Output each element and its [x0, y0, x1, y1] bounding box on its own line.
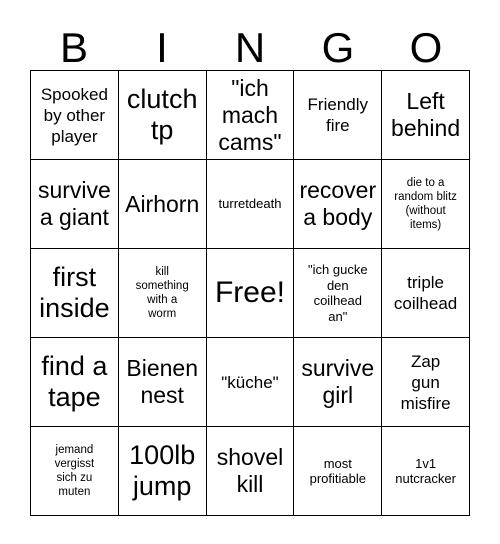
bingo-header-row: B I N G O: [30, 14, 470, 70]
bingo-cell-r1c5[interactable]: Left behind: [382, 71, 470, 160]
bingo-cell-label: die to a random blitz (without items): [394, 177, 457, 231]
bingo-cell-label: most profitiable: [309, 455, 366, 487]
bingo-cell-r2c4[interactable]: recover a body: [294, 160, 383, 249]
bingo-cell-r1c1[interactable]: Spooked by other player: [31, 71, 119, 160]
bingo-header-letter-o: O: [409, 24, 443, 71]
bingo-header-letter-b: B: [59, 24, 88, 71]
bingo-header-letter-n: N: [234, 24, 266, 71]
bingo-cell-r3c4[interactable]: "ich gucke den coilhead an": [294, 249, 383, 338]
bingo-cell-label: Bienen nest: [126, 355, 198, 408]
bingo-cell-label: recover a body: [299, 177, 377, 230]
bingo-cell-label: jemand vergisst sich zu muten: [54, 444, 95, 498]
bingo-cell-label: shovel kill: [216, 444, 284, 497]
bingo-cell-r5c4[interactable]: most profitiable: [294, 427, 383, 516]
bingo-cell-r2c1[interactable]: survive a giant: [31, 160, 119, 249]
bingo-cell-label: Friendly fire: [307, 95, 369, 135]
bingo-cell-label: triple coilhead: [393, 273, 458, 313]
bingo-cell-label: 100lb jump: [129, 440, 196, 501]
bingo-cell-r3c2[interactable]: kill something with a worm: [118, 249, 207, 338]
bingo-cell-r1c2[interactable]: clutch tp: [118, 71, 207, 160]
bingo-cell-r1c3[interactable]: "ich mach cams": [206, 71, 295, 160]
bingo-cell-label: Spooked by other player: [40, 84, 108, 146]
bingo-cell-label: "küche": [221, 372, 279, 392]
bingo-cell-label: kill something with a worm: [135, 266, 189, 320]
bingo-cell-label: 1v1 nutcracker: [395, 455, 456, 487]
bingo-cell-r2c3[interactable]: turretdeath: [206, 160, 295, 249]
bingo-header-letter-g: G: [321, 24, 355, 71]
bingo-cell-r4c3[interactable]: "küche": [206, 338, 295, 427]
bingo-cell-r3c1[interactable]: first inside: [31, 249, 119, 338]
bingo-cell-label: Airhorn: [125, 190, 200, 217]
bingo-cell-r4c2[interactable]: Bienen nest: [118, 338, 207, 427]
bingo-cell-label: clutch tp: [126, 84, 198, 145]
bingo-cell-r2c5[interactable]: die to a random blitz (without items): [382, 160, 470, 249]
bingo-cell-label: "ich gucke den coilhead an": [308, 262, 368, 324]
bingo-cell-label: survive girl: [301, 355, 375, 408]
bingo-cell-label: turretdeath: [218, 196, 282, 212]
bingo-cell-label: first inside: [39, 262, 110, 323]
bingo-grid: Spooked by other player clutch tp "ich m…: [30, 70, 470, 516]
bingo-cell-r5c5[interactable]: 1v1 nutcracker: [382, 427, 470, 516]
bingo-cell-r1c4[interactable]: Friendly fire: [294, 71, 383, 160]
bingo-cell-r4c4[interactable]: survive girl: [294, 338, 383, 427]
bingo-cell-r5c3[interactable]: shovel kill: [206, 427, 295, 516]
bingo-cell-r2c2[interactable]: Airhorn: [118, 160, 207, 249]
bingo-cell-free-space[interactable]: Free!: [206, 249, 295, 338]
bingo-cell-r4c5[interactable]: Zap gun misfire: [382, 338, 470, 427]
bingo-cell-r4c1[interactable]: find a tape: [31, 338, 119, 427]
bingo-cell-r3c5[interactable]: triple coilhead: [382, 249, 470, 338]
bingo-header-letter-i: I: [156, 24, 168, 71]
bingo-cell-label: "ich mach cams": [218, 74, 282, 155]
bingo-cell-r5c1[interactable]: jemand vergisst sich zu muten: [31, 427, 119, 516]
bingo-cell-label: survive a giant: [37, 177, 111, 230]
bingo-cell-r5c2[interactable]: 100lb jump: [118, 427, 207, 516]
bingo-card: B I N G O Spooked by other player clutch…: [0, 0, 500, 544]
bingo-free-space-label: Free!: [214, 276, 285, 309]
bingo-cell-label: Left behind: [391, 88, 461, 141]
bingo-cell-label: Zap gun misfire: [400, 351, 451, 413]
bingo-cell-label: find a tape: [41, 351, 108, 412]
